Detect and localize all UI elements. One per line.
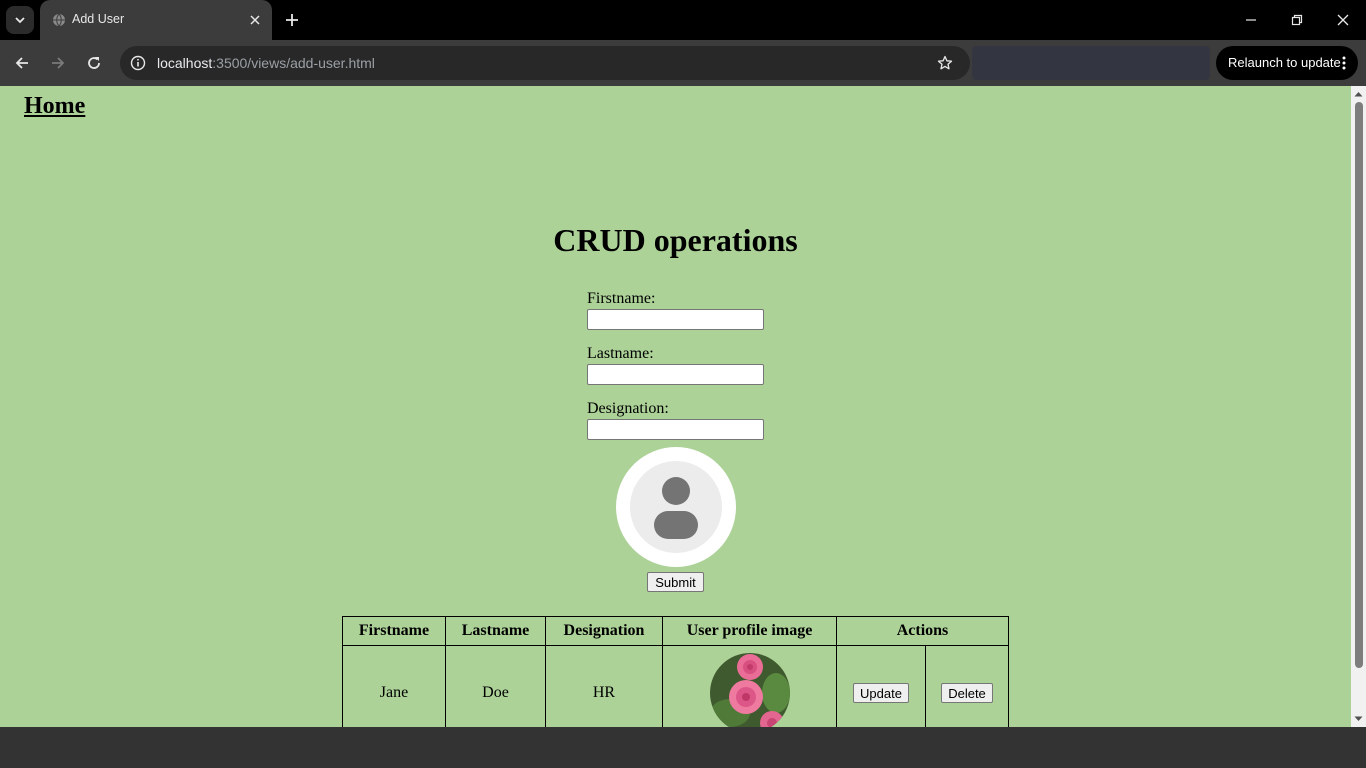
tab-strip: Add User [0,0,1366,40]
reload-button[interactable] [82,51,106,75]
url-path: :3500/views/add-user.html [212,55,375,71]
add-user-form: Firstname: Lastname: Designation: [587,289,787,454]
arrow-left-icon [15,57,28,69]
header-designation: Designation [545,616,663,646]
designation-group: Designation: [587,399,787,454]
designation-label: Designation: [587,400,669,417]
arrow-right-icon [52,57,65,69]
info-icon [130,55,146,71]
table-header-row: Firstname Lastname Designation User prof… [342,616,1009,646]
tab-title: Add User [72,12,125,26]
page-scrollbar[interactable] [1351,86,1366,727]
scrollbar-thumb[interactable] [1355,102,1363,668]
cell-update-action: Update [836,645,926,727]
cell-firstname: Jane [342,645,446,727]
user-profile-image [709,653,790,727]
minimize-button[interactable] [1239,8,1263,32]
relaunch-button[interactable]: Relaunch to update [1216,46,1358,80]
designation-input[interactable] [587,419,764,440]
firstname-label: Firstname: [587,290,656,307]
header-firstname: Firstname [342,616,446,646]
firstname-group: Firstname: [587,289,787,344]
header-lastname: Lastname [445,616,546,646]
tab-search-button[interactable] [6,6,34,34]
forward-button[interactable] [46,51,70,75]
chevron-down-icon [15,17,25,24]
scroll-up-icon[interactable] [1354,89,1363,98]
update-button[interactable]: Update [853,683,909,703]
close-icon [250,15,260,25]
page-title: CRUD operations [553,222,798,258]
reload-icon [88,57,100,69]
delete-button[interactable]: Delete [941,683,993,703]
kebab-menu-icon[interactable] [1338,55,1350,71]
close-icon [1337,14,1349,26]
header-profile-image: User profile image [662,616,837,646]
submit-button[interactable]: Submit [647,572,704,592]
address-bar[interactable]: localhost:3500/views/add-user.html [120,46,970,80]
page-viewport: Home CRUD operations Firstname: Lastname… [0,86,1351,727]
profile-image-picker[interactable] [616,447,736,567]
lastname-input[interactable] [587,364,764,385]
site-info-button[interactable] [128,53,148,73]
url-host: localhost [157,55,213,71]
table-row: Jane Doe HR Update Delete [342,645,1009,727]
new-tab-button[interactable] [282,10,302,30]
firstname-input[interactable] [587,309,764,330]
cell-profile-image [662,645,837,727]
browser-toolbar: localhost:3500/views/add-user.html Relau… [0,40,1366,86]
scroll-down-icon[interactable] [1354,714,1363,723]
close-window-button[interactable] [1331,8,1355,32]
extensions-area [972,46,1210,80]
restore-button[interactable] [1285,8,1309,32]
cell-designation: HR [545,645,663,727]
tab-add-user[interactable]: Add User [40,0,272,40]
plus-icon [286,14,298,26]
globe-icon [53,13,65,27]
back-button[interactable] [10,51,34,75]
users-table: Firstname Lastname Designation User prof… [342,616,1009,727]
bookmark-button[interactable] [935,53,955,73]
tab-close-button[interactable] [247,12,263,28]
restore-icon [1291,14,1303,26]
person-placeholder-icon [630,461,722,553]
header-actions: Actions [836,616,1009,646]
relaunch-label: Relaunch to update [1228,55,1341,70]
star-icon [937,55,953,70]
url-text: localhost:3500/views/add-user.html [157,55,375,71]
bottom-shelf [0,727,1366,768]
lastname-group: Lastname: [587,344,787,399]
minimize-icon [1246,19,1256,21]
lastname-label: Lastname: [587,345,654,362]
home-link[interactable]: Home [24,93,85,120]
cell-lastname: Doe [445,645,546,727]
cell-delete-action: Delete [925,645,1009,727]
